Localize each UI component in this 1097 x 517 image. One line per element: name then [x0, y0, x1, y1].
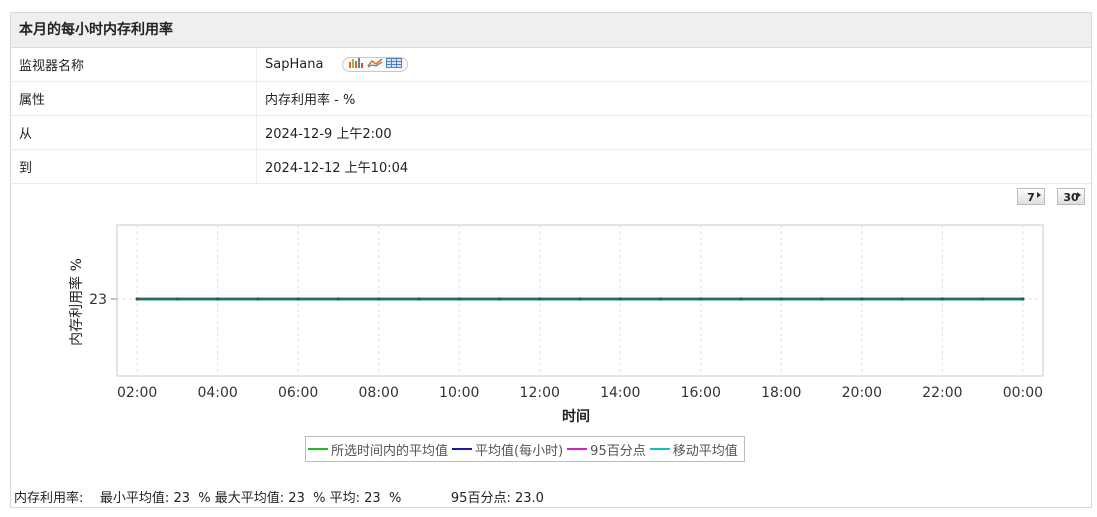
chart-legend: 所选时间内的平均值 平均值(每小时) 95百分点 移动平均值	[305, 436, 745, 462]
data-point	[1021, 297, 1025, 301]
legend-swatch	[567, 448, 588, 450]
data-point	[860, 297, 864, 301]
x-tick-label: 00:00	[1003, 385, 1043, 401]
summary-p95-label: 95百分点:	[450, 491, 511, 506]
data-point	[981, 297, 985, 301]
summary-label: 内存利用率:	[14, 491, 84, 506]
data-point	[779, 297, 783, 301]
data-point	[417, 297, 421, 301]
x-tick-label: 06:00	[278, 385, 318, 401]
x-tick-label: 12:00	[520, 385, 560, 401]
x-tick-label: 22:00	[922, 385, 962, 401]
summary-min-value: 23	[173, 491, 190, 506]
data-point	[296, 297, 300, 301]
summary-max-value: 23	[288, 491, 305, 506]
x-tick-label: 08:00	[359, 385, 399, 401]
legend-swatch	[649, 448, 670, 450]
legend-label: 所选时间内的平均值	[331, 443, 449, 459]
data-point	[940, 297, 944, 301]
summary-avg-label: 平均:	[329, 491, 360, 506]
summary-unit: %	[313, 491, 326, 506]
data-point	[135, 297, 139, 301]
legend-item[interactable]: 平均值(每小时)	[452, 440, 563, 459]
x-tick-label: 20:00	[842, 385, 882, 401]
summary-unit: %	[388, 491, 402, 506]
data-point	[578, 297, 582, 301]
summary-p95-value: 23.0	[514, 491, 544, 506]
x-tick-label: 02:00	[117, 385, 157, 401]
summary-unit: %	[198, 491, 211, 506]
data-point	[457, 297, 461, 301]
x-tick-label: 18:00	[761, 385, 801, 401]
legend-swatch	[308, 448, 328, 450]
summary-min-label: 最小平均值:	[99, 491, 170, 506]
data-point	[618, 297, 622, 301]
x-axis-title: 时间	[562, 408, 590, 425]
x-tick-label: 04:00	[197, 385, 237, 401]
legend-label: 95百分点	[590, 443, 646, 459]
data-point	[699, 297, 703, 301]
x-tick-label: 16:00	[681, 385, 721, 401]
y-tick-label: 23	[89, 292, 107, 308]
x-tick-label: 14:00	[600, 385, 640, 401]
data-point	[497, 297, 502, 301]
data-point	[819, 297, 824, 301]
report-panel: 本月的每小时内存利用率 监视器名称 SapHana 属性 内存利用率 - % 从…	[10, 12, 1092, 508]
legend-swatch	[452, 448, 473, 450]
legend-item[interactable]: 移动平均值	[649, 440, 738, 459]
data-point	[216, 297, 220, 301]
data-point	[900, 297, 904, 301]
legend-item[interactable]: 所选时间内的平均值	[308, 440, 448, 459]
legend-item[interactable]: 95百分点	[567, 440, 646, 459]
data-point	[538, 297, 542, 301]
summary-max-label: 最大平均值:	[214, 491, 285, 506]
data-point	[175, 297, 179, 301]
legend-label: 移动平均值	[672, 443, 738, 459]
legend-label: 平均值(每小时)	[475, 443, 564, 459]
chart-area: 02:00 04:00 06:00 08:00 10:00 12:00 14:00 16:00…	[68, 224, 1044, 425]
data-point	[739, 297, 743, 301]
data-point	[377, 297, 381, 301]
summary-line: 内存利用率: 最小平均值: 23 % 最大平均值: 23 % 平均: 23 % …	[14, 487, 544, 506]
data-point	[658, 297, 663, 301]
summary-avg-value: 23	[364, 491, 381, 506]
data-point	[256, 297, 260, 301]
x-tick-label: 10:00	[439, 385, 479, 401]
y-axis-title: 内存利用率 %	[68, 258, 85, 346]
data-point	[336, 297, 341, 301]
